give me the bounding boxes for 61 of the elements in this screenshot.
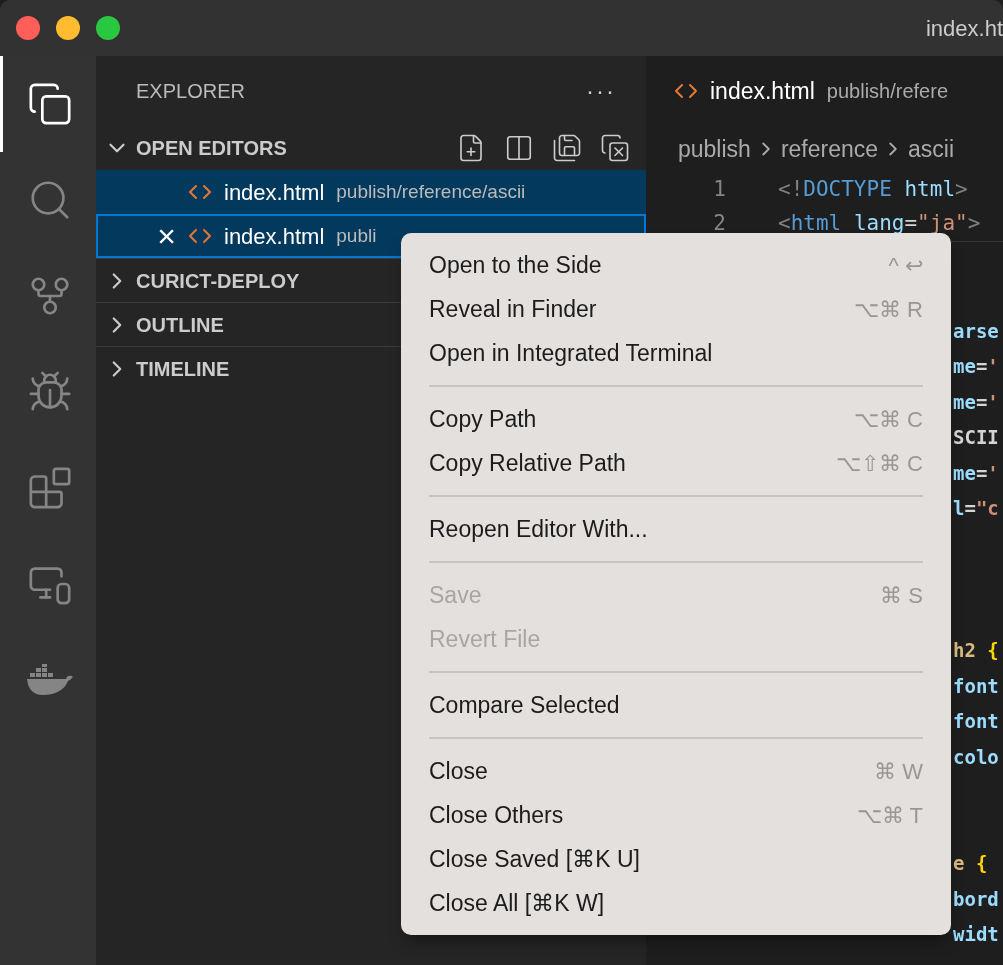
- menu-item[interactable]: Close ⌘ W: [429, 749, 923, 793]
- sidebar-title: EXPLORER: [136, 79, 245, 104]
- menu-item[interactable]: Copy Relative Path ⌥⇧⌘ C: [429, 441, 923, 485]
- code-line: me=': [953, 354, 999, 379]
- menu-item[interactable]: Reopen Editor With...: [429, 507, 923, 551]
- code-line: <!DOCTYPE html>: [778, 175, 968, 203]
- menu-item[interactable]: Close Others ⌥⌘ T: [429, 793, 923, 837]
- menu-item[interactable]: Close Saved [⌘K U]: [429, 837, 923, 881]
- menu-item[interactable]: Copy Path ⌥⌘ C: [429, 397, 923, 441]
- menu-item[interactable]: Reveal in Finder ⌥⌘ R: [429, 287, 923, 331]
- line-number: 2: [712, 210, 726, 238]
- open-editor-item[interactable]: index.html publish/reference/ascii: [96, 170, 646, 214]
- close-button[interactable]: ×: [157, 220, 176, 252]
- code-line: h2 {: [953, 638, 999, 663]
- section-header[interactable]: CURICT-DEPLOY: [136, 265, 300, 296]
- menu-item[interactable]: Close All [⌘K W]: [429, 881, 923, 925]
- window-title: index.ht: [925, 14, 1003, 43]
- shortcut-text: ⌥⌘ R: [854, 295, 923, 324]
- shortcut-text: ⌘ W: [874, 757, 923, 786]
- tab-file-name: index.html: [710, 76, 815, 106]
- code-line: e {: [953, 851, 988, 876]
- menu-item[interactable]: Open in Integrated Terminal: [429, 331, 923, 375]
- file-path: publi: [336, 223, 377, 248]
- minimize-window-button[interactable]: [56, 16, 80, 40]
- shortcut-text: ^ ↩: [888, 251, 923, 280]
- files-icon: [26, 81, 73, 127]
- code-line: font: [953, 673, 999, 699]
- blocks-icon: [26, 465, 73, 511]
- file-path: publish/reference/ascii: [336, 179, 526, 204]
- shortcut-text: ⌥⇧⌘ C: [836, 449, 923, 478]
- breadcrumb-item[interactable]: reference: [780, 131, 879, 167]
- shortcut-text: ⌥⌘ T: [856, 801, 923, 830]
- save-all-icon[interactable]: [552, 133, 582, 163]
- section-header[interactable]: TIMELINE: [136, 353, 230, 384]
- code-line: arse: [953, 318, 999, 344]
- code-line: <html lang="ja">: [778, 210, 981, 238]
- code-line: me=': [953, 460, 999, 486]
- file-name: index.html: [224, 222, 325, 251]
- section-header[interactable]: OUTLINE: [136, 309, 224, 340]
- breadcrumb-item[interactable]: publish: [678, 131, 751, 167]
- section-header[interactable]: OPEN EDITORS: [136, 133, 287, 163]
- code-line: l="c: [953, 496, 999, 521]
- shortcut-text: ⌥⌘ C: [854, 405, 923, 434]
- shortcut-text: ⌘ S: [880, 581, 923, 610]
- code-line: font: [953, 709, 999, 734]
- code-line: widt: [953, 922, 999, 947]
- code-line: colo: [953, 744, 999, 770]
- code-line: bord: [953, 886, 999, 912]
- whale-icon: [25, 664, 74, 696]
- split-icon[interactable]: [504, 133, 534, 163]
- tab-file-path: publish/refere: [826, 79, 948, 104]
- code-line: me=': [953, 389, 999, 415]
- file-name: index.html: [224, 178, 325, 207]
- breadcrumb-item[interactable]: ascii: [908, 131, 955, 167]
- menu-item[interactable]: Compare Selected: [429, 683, 923, 727]
- code-line: SCII: [953, 425, 999, 450]
- line-number: 1: [712, 175, 726, 203]
- close-window-button[interactable]: [16, 16, 40, 40]
- maximize-window-button[interactable]: [96, 16, 120, 40]
- close-all-icon[interactable]: [600, 133, 630, 163]
- more-actions-button[interactable]: ···: [586, 73, 616, 109]
